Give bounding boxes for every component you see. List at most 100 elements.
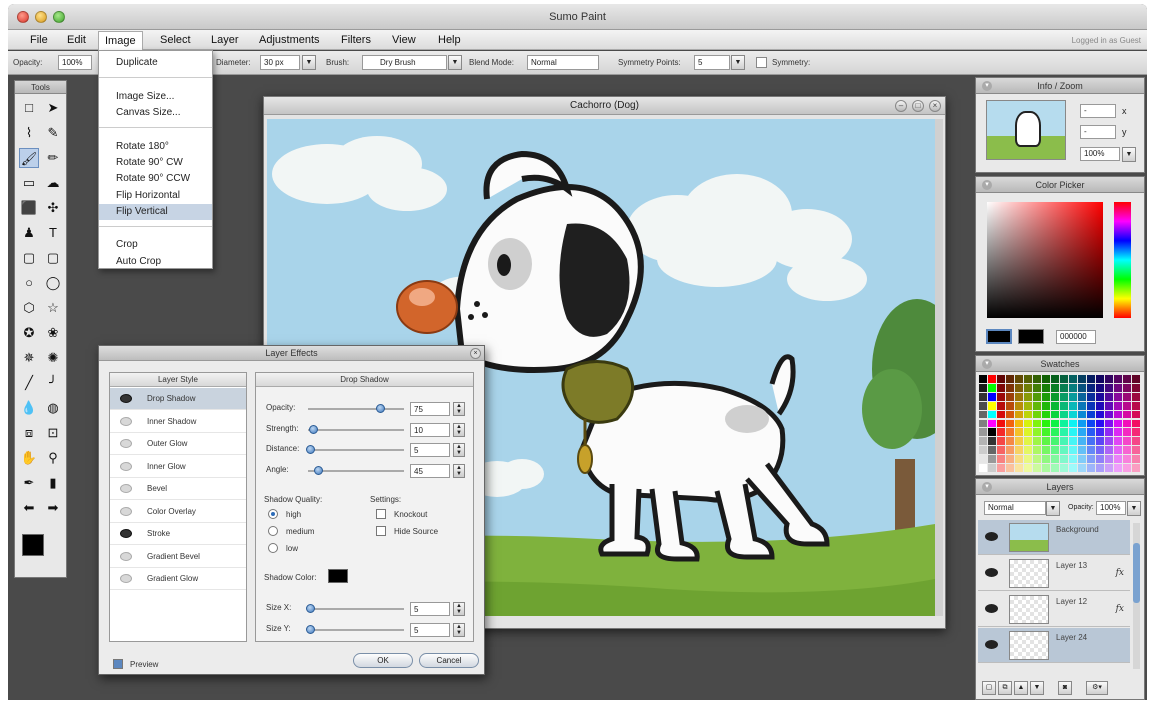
slider-value-field[interactable]: 10 xyxy=(410,422,450,437)
layer-effects-icon[interactable]: fx xyxy=(1116,568,1124,578)
menu-adjustments[interactable]: Adjustments xyxy=(259,34,320,46)
color-swatch[interactable] xyxy=(1069,392,1077,401)
eye-icon[interactable] xyxy=(120,439,132,448)
color-swatch[interactable] xyxy=(1042,455,1050,463)
color-swatch[interactable] xyxy=(1006,375,1014,383)
color-swatch[interactable] xyxy=(1024,410,1032,419)
color-swatch[interactable] xyxy=(1051,392,1059,401)
color-swatch[interactable] xyxy=(1033,392,1041,401)
color-swatch[interactable] xyxy=(1114,446,1122,455)
color-swatch[interactable] xyxy=(1069,428,1077,437)
slider-knob[interactable] xyxy=(376,404,385,413)
menu-rotate-90-ccw[interactable]: Rotate 90° CCW xyxy=(99,171,212,187)
color-swatch[interactable] xyxy=(1087,383,1095,392)
ok-button[interactable]: OK xyxy=(353,653,413,668)
symmetry-points-field[interactable]: 5 xyxy=(694,55,730,70)
color-swatch[interactable] xyxy=(1051,455,1059,463)
color-swatch[interactable] xyxy=(1105,375,1113,383)
color-swatch[interactable] xyxy=(1060,446,1068,455)
shape-icon[interactable]: ◯ xyxy=(43,273,63,293)
menu-view[interactable]: View xyxy=(392,34,416,46)
color-swatch[interactable] xyxy=(1024,446,1032,455)
stepper-icon[interactable]: ▲ ▼ xyxy=(453,622,465,637)
color-swatch[interactable] xyxy=(997,428,1005,437)
color-swatch[interactable] xyxy=(1132,375,1140,383)
eye-icon[interactable] xyxy=(985,640,998,649)
primary-color-swatch[interactable] xyxy=(986,329,1012,344)
layers-scroll-thumb[interactable] xyxy=(1133,543,1140,603)
eye-icon[interactable] xyxy=(120,461,132,471)
color-swatch[interactable] xyxy=(1051,437,1059,446)
color-swatch[interactable] xyxy=(1087,419,1095,428)
hand-icon[interactable]: ✋ xyxy=(19,448,39,468)
color-swatch[interactable] xyxy=(1006,437,1014,446)
color-swatch[interactable] xyxy=(1078,464,1086,472)
text-icon[interactable]: T xyxy=(43,223,63,243)
color-swatch[interactable] xyxy=(1024,375,1032,383)
quality-high-radio[interactable] xyxy=(268,509,278,519)
foreground-color-swatch[interactable] xyxy=(22,534,44,556)
undo-arrow-icon[interactable]: ⬅ xyxy=(19,498,39,518)
rectangle-icon[interactable]: ▢ xyxy=(19,248,39,268)
color-swatch[interactable] xyxy=(979,455,987,463)
eye-icon[interactable] xyxy=(120,484,132,493)
stepper-icon[interactable]: ▲ ▼ xyxy=(453,463,465,478)
color-swatch[interactable] xyxy=(1060,410,1068,419)
zoom-field[interactable]: 100% xyxy=(1080,147,1120,161)
slider-track[interactable] xyxy=(308,449,404,451)
color-swatch[interactable] xyxy=(1114,455,1122,463)
menu-canvas-size[interactable]: Canvas Size... xyxy=(99,105,212,121)
document-close-icon[interactable]: × xyxy=(929,100,941,112)
color-swatch[interactable] xyxy=(1114,401,1122,410)
color-swatch[interactable] xyxy=(1087,428,1095,437)
color-swatch[interactable] xyxy=(1015,410,1023,419)
color-swatch[interactable] xyxy=(1060,455,1068,463)
color-swatch[interactable] xyxy=(1006,419,1014,428)
menu-duplicate[interactable]: Duplicate xyxy=(99,55,212,71)
star-icon[interactable]: ☆ xyxy=(43,298,63,318)
new-layer-icon[interactable]: ▢ xyxy=(982,681,996,695)
color-swatch[interactable] xyxy=(988,401,996,410)
color-swatch[interactable] xyxy=(1132,419,1140,428)
color-swatch[interactable] xyxy=(1078,419,1086,428)
color-swatch[interactable] xyxy=(1015,446,1023,455)
color-swatch[interactable] xyxy=(1060,375,1068,383)
slider-knob[interactable] xyxy=(305,445,315,454)
color-swatch[interactable] xyxy=(1114,410,1122,419)
color-swatch[interactable] xyxy=(988,428,996,437)
color-swatch[interactable] xyxy=(1006,392,1014,401)
color-swatch[interactable] xyxy=(1015,464,1023,472)
drop-icon[interactable]: 💧 xyxy=(19,398,39,418)
eraser-icon[interactable]: ▭ xyxy=(19,173,39,193)
color-swatch[interactable] xyxy=(1078,455,1086,463)
dialog-close-icon[interactable]: × xyxy=(470,348,481,359)
color-swatch[interactable] xyxy=(1024,428,1032,437)
stepper-icon[interactable]: ▲ ▼ xyxy=(453,443,465,457)
color-swatch[interactable] xyxy=(1123,410,1131,419)
color-swatch[interactable] xyxy=(1087,446,1095,455)
document-minimize-icon[interactable]: – xyxy=(895,100,907,112)
layer-style-item[interactable]: Drop Shadow xyxy=(110,388,246,410)
document-scrollbar[interactable] xyxy=(935,119,943,616)
curve-icon[interactable]: ╯ xyxy=(43,373,63,393)
color-swatch[interactable] xyxy=(1015,375,1023,383)
color-swatch[interactable] xyxy=(988,437,996,446)
layer-mask-icon[interactable]: ◙ xyxy=(1058,681,1072,695)
color-swatch[interactable] xyxy=(1006,383,1014,392)
color-swatch[interactable] xyxy=(979,401,987,410)
color-swatch[interactable] xyxy=(1015,455,1023,463)
color-swatch[interactable] xyxy=(1123,401,1131,410)
color-swatch[interactable] xyxy=(1051,375,1059,383)
color-swatch[interactable] xyxy=(1051,401,1059,410)
collapse-icon[interactable]: ▾ xyxy=(982,81,992,91)
color-swatch[interactable] xyxy=(1051,419,1059,428)
duplicate-layer-icon[interactable]: ⧉ xyxy=(998,681,1012,695)
polygon-icon[interactable]: ⬡ xyxy=(19,298,39,318)
color-swatch[interactable] xyxy=(1069,410,1077,419)
layer-row[interactable]: Layer 12 fx xyxy=(978,592,1130,627)
color-swatch[interactable] xyxy=(997,375,1005,383)
line-icon[interactable]: ╱ xyxy=(19,373,39,393)
menu-crop[interactable]: Crop xyxy=(99,237,212,253)
layer-options-icon[interactable]: ⚙▾ xyxy=(1086,681,1108,695)
color-swatch[interactable] xyxy=(1060,464,1068,472)
